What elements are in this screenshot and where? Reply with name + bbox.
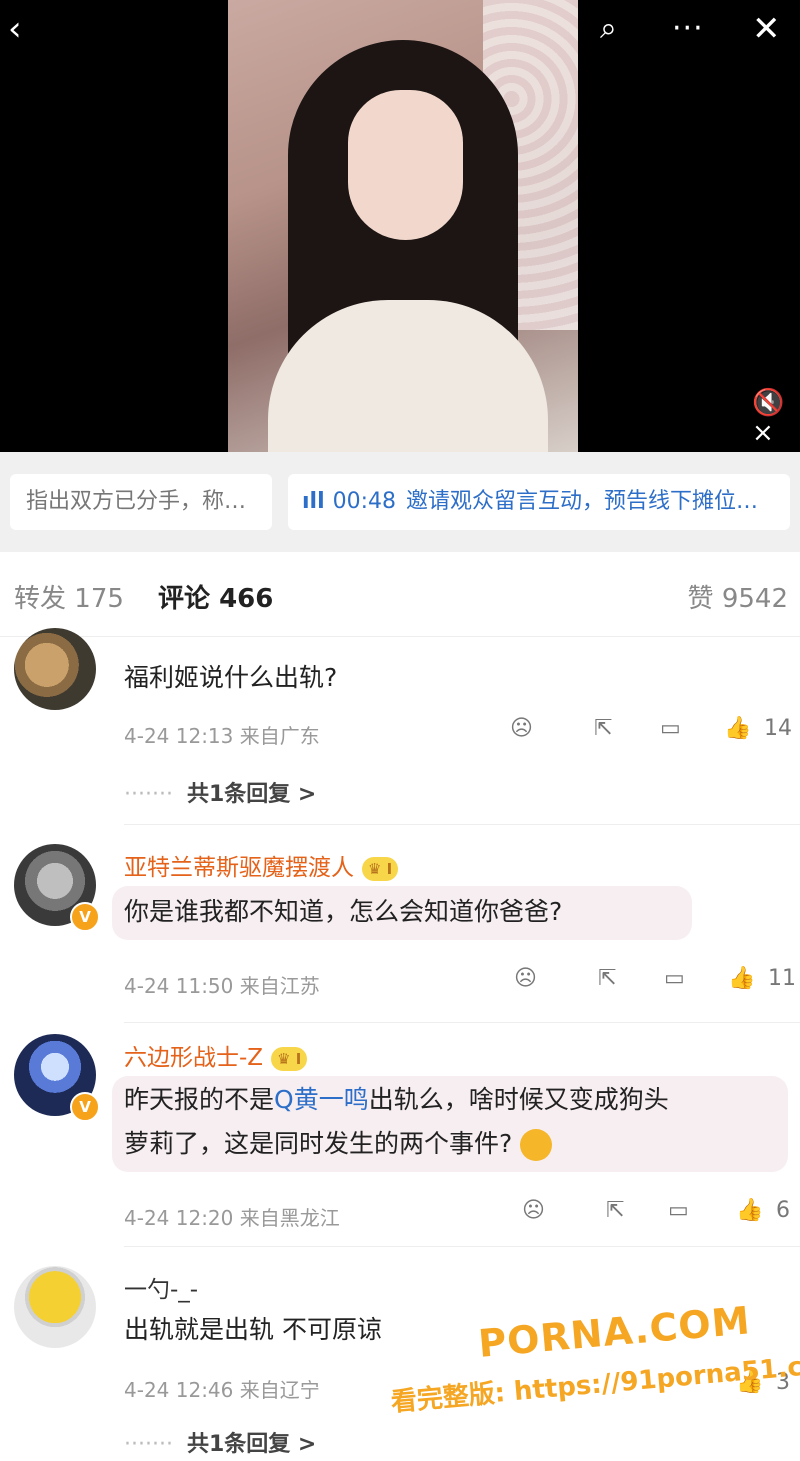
- comment-actions: ☹ ⇱ ▭ 👍 14: [510, 716, 800, 746]
- dislike-icon[interactable]: ☹: [510, 716, 533, 741]
- reply-icon[interactable]: ▭: [664, 966, 685, 991]
- like-count: 6: [776, 1198, 790, 1223]
- search-icon[interactable]: ⌕: [600, 12, 617, 46]
- comment-item: V 亚特兰蒂斯驱魔摆渡人 ♛ I 你是谁我都不知道，怎么会知道你爸爸? 4-24 …: [0, 830, 800, 1030]
- surprised-emoji-icon: [520, 1129, 553, 1161]
- chip-summary-text: 指出双方已分手，称…: [26, 489, 247, 514]
- vip-badge: ♛ I: [362, 856, 399, 881]
- tab-comment-label: 评论: [158, 584, 211, 614]
- comment-text: 你是谁我都不知道，怎么会知道你爸爸?: [124, 897, 563, 926]
- tab-repost[interactable]: 转发 175: [14, 578, 124, 615]
- replies-link[interactable]: ······· 共1条回复 >: [124, 776, 316, 808]
- chip-timestamp[interactable]: ıll 00:48 邀请观众留言互动，预告线下摊位…: [288, 474, 790, 530]
- comment-text: 福利姬说什么出轨?: [124, 663, 338, 692]
- reply-icon[interactable]: ▭: [660, 716, 681, 741]
- divider: [124, 824, 800, 825]
- tab-repost-label: 转发: [14, 584, 67, 614]
- bar-chart-icon: ıll: [302, 489, 325, 514]
- tab-bar: 转发 175 评论 466 赞 9542: [0, 552, 800, 637]
- video-player[interactable]: ‹ ⌕ ··· ✕ 🔇×: [0, 0, 800, 452]
- dislike-icon[interactable]: ☹: [514, 966, 537, 991]
- verified-badge: V: [70, 902, 100, 932]
- comment-meta: 4-24 12:46 来自辽宁: [124, 1378, 320, 1402]
- comment-meta: 4-24 11:50 来自江苏: [124, 974, 320, 998]
- share-icon[interactable]: ⇱: [606, 1198, 624, 1223]
- mention-link[interactable]: Q黄一鸣: [274, 1085, 369, 1114]
- like-count: 14: [764, 716, 792, 741]
- chip-summary[interactable]: 指出双方已分手，称…: [10, 474, 272, 530]
- like-icon[interactable]: 👍: [724, 716, 751, 741]
- comment-username[interactable]: 亚特兰蒂斯驱魔摆渡人 ♛ I: [124, 848, 399, 882]
- share-icon[interactable]: ⇱: [594, 716, 612, 741]
- avatar[interactable]: [14, 628, 96, 710]
- comment-text-post: 出轨么，啥时候又变成狗头: [368, 1085, 669, 1114]
- username-text: 亚特兰蒂斯驱魔摆渡人: [124, 855, 354, 881]
- person-face: [348, 90, 463, 240]
- back-icon[interactable]: ‹: [8, 12, 22, 46]
- like-icon[interactable]: 👍: [736, 1198, 763, 1223]
- tab-repost-count: 175: [74, 584, 124, 614]
- comment-text-pre: 昨天报的不是: [124, 1085, 275, 1114]
- comment-username[interactable]: 六边形战士-Z ♛ I: [124, 1038, 308, 1072]
- comment-item: V 六边形战士-Z ♛ I 昨天报的不是Q黄一鸣出轨么，啥时候又变成狗头 萝莉了，…: [0, 1030, 800, 1250]
- comment-text: 昨天报的不是Q黄一鸣出轨么，啥时候又变成狗头 萝莉了，这是同时发生的两个事件?: [124, 1078, 669, 1166]
- mute-icon[interactable]: 🔇×: [752, 388, 800, 448]
- vip-level: I: [386, 859, 393, 878]
- comment-meta: 4-24 12:13 来自广东: [124, 724, 320, 748]
- comment-username[interactable]: 一勺-_-: [124, 1270, 198, 1304]
- chip-timestamp-text: 邀请观众留言互动，预告线下摊位…: [406, 489, 759, 514]
- comment-item: 福利姬说什么出轨? 4-24 12:13 来自广东 ☹ ⇱ ▭ 👍 14 ···…: [0, 628, 800, 825]
- close-icon[interactable]: ✕: [752, 12, 781, 46]
- avatar[interactable]: [14, 1266, 96, 1348]
- vip-badge: ♛ I: [271, 1046, 308, 1071]
- video-frame: [228, 0, 578, 452]
- username-text: 六边形战士-Z: [124, 1045, 264, 1071]
- replies-text: 共1条回复 >: [186, 1432, 317, 1457]
- tab-like-label: 赞: [687, 584, 714, 614]
- username-text: 一勺-_-: [124, 1277, 199, 1303]
- divider: [124, 1246, 800, 1247]
- highlight-chips: 指出双方已分手，称… ıll 00:48 邀请观众留言互动，预告线下摊位…: [0, 452, 800, 552]
- replies-text: 共1条回复 >: [186, 782, 317, 807]
- replies-link[interactable]: ······· 共1条回复 >: [124, 1426, 316, 1458]
- reply-icon[interactable]: ▭: [668, 1198, 689, 1223]
- dots-icon: ·······: [124, 782, 173, 807]
- like-icon[interactable]: 👍: [728, 966, 755, 991]
- tab-comment[interactable]: 评论 466: [158, 578, 273, 615]
- comment-meta: 4-24 12:20 来自黑龙江: [124, 1206, 340, 1230]
- like-count: 11: [768, 966, 796, 991]
- more-icon[interactable]: ···: [672, 12, 704, 46]
- tab-comment-count: 466: [219, 584, 274, 614]
- dislike-icon[interactable]: ☹: [522, 1198, 545, 1223]
- comment-actions: ☹ ⇱ ▭ 👍 6: [522, 1198, 800, 1228]
- verified-badge: V: [70, 1092, 100, 1122]
- dots-icon: ·······: [124, 1432, 173, 1457]
- comment-text-line2: 萝莉了，这是同时发生的两个事件?: [124, 1129, 513, 1158]
- tab-like-count: 9542: [721, 584, 788, 614]
- share-icon[interactable]: ⇱: [598, 966, 616, 991]
- comment-actions: ☹ ⇱ ▭ 👍 11: [514, 966, 800, 996]
- tab-like[interactable]: 赞 9542: [688, 578, 788, 615]
- divider: [124, 1022, 800, 1023]
- chip-time: 00:48: [332, 489, 397, 514]
- comment-text: 出轨就是出轨 不可原谅: [124, 1315, 382, 1344]
- vip-level: I: [295, 1049, 302, 1068]
